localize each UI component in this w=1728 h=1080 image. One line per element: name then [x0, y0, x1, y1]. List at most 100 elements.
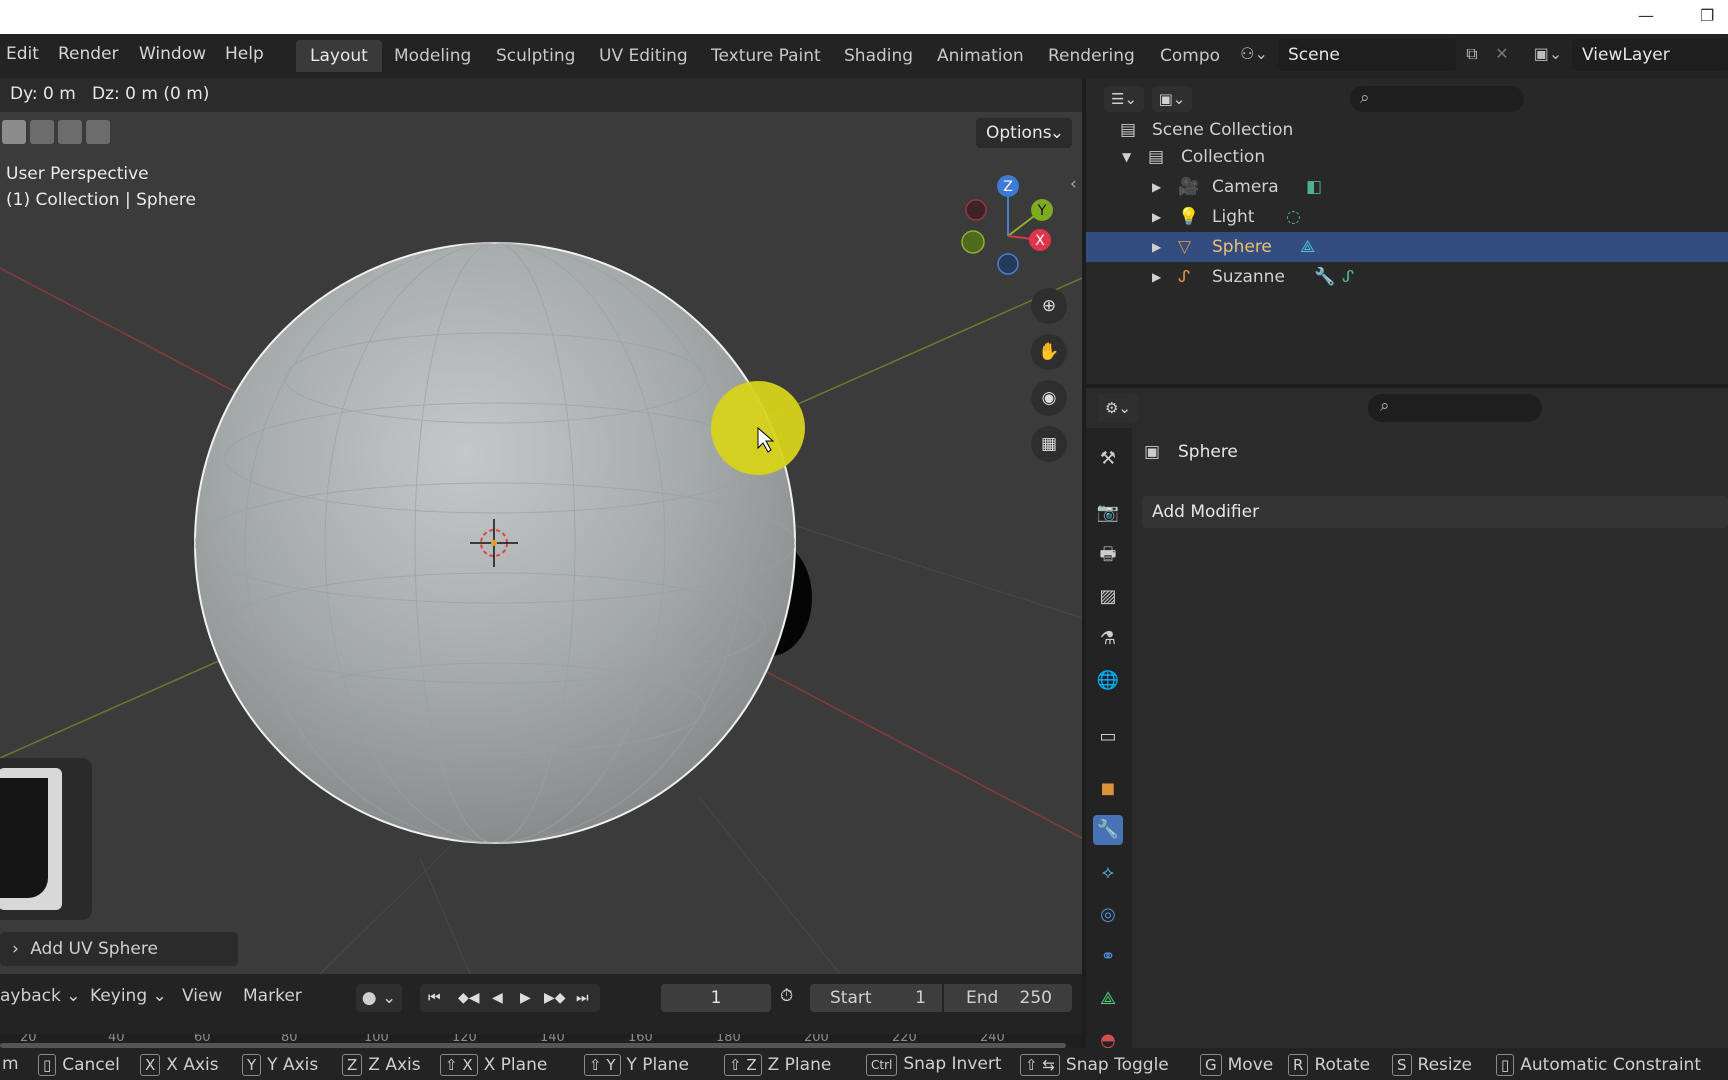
scene-name-field[interactable]: Scene: [1278, 39, 1456, 71]
expand-down-icon[interactable]: ▼: [1122, 142, 1131, 172]
jump-key-forward-icon[interactable]: ▶◆: [544, 984, 566, 1012]
expand-right-icon[interactable]: ▶: [1152, 202, 1161, 232]
status-cancel-label: Cancel: [62, 1055, 120, 1075]
camera-view-icon[interactable]: ◉: [1031, 380, 1067, 416]
outliner-search-input[interactable]: ⌕: [1350, 86, 1524, 112]
particles-icon[interactable]: ⟡: [1093, 858, 1123, 888]
select-subtract-icon[interactable]: [58, 120, 82, 144]
modifier-properties-icon[interactable]: 🔧: [1093, 815, 1123, 845]
key-shift-z: ⇧ Z: [724, 1054, 762, 1076]
status-snap-toggle: ⇧ ⇆ Snap Toggle: [1020, 1054, 1169, 1076]
outliner-editor-type-icon[interactable]: ☰⌄: [1104, 86, 1144, 112]
keying-menu-label: Keying: [90, 986, 148, 1006]
tab-texture-paint[interactable]: Texture Paint: [697, 40, 835, 72]
properties-search-input[interactable]: ⌕: [1368, 394, 1542, 422]
auto-keying-icon[interactable]: ● ⌄: [356, 984, 402, 1012]
physics-icon[interactable]: ◎: [1093, 900, 1123, 930]
end-frame-field[interactable]: End 250: [944, 984, 1072, 1012]
pan-hand-icon[interactable]: ✋: [1031, 334, 1067, 370]
timeline-marker-menu[interactable]: Marker: [243, 986, 302, 1006]
tab-sculpting[interactable]: Sculpting: [482, 40, 589, 72]
curve-data-icon[interactable]: ᔑ: [1342, 262, 1354, 292]
modifier-wrench-icon[interactable]: 🔧: [1314, 262, 1335, 292]
status-z-axis: ZZ Axis: [342, 1054, 421, 1076]
start-frame-field[interactable]: Start 1: [810, 984, 942, 1012]
material-icon[interactable]: ◓: [1093, 1026, 1123, 1048]
outliner-row-scene-collection[interactable]: ▤ Scene Collection: [1086, 115, 1728, 145]
end-label: End: [966, 988, 999, 1008]
key-y: Y: [242, 1054, 262, 1076]
collection-properties-icon[interactable]: ▭: [1093, 722, 1123, 752]
tab-animation[interactable]: Animation: [923, 40, 1038, 72]
light-data-icon[interactable]: ◌: [1286, 202, 1301, 232]
render-properties-icon[interactable]: 📷: [1093, 498, 1123, 528]
menu-edit[interactable]: Edit: [6, 44, 39, 64]
add-modifier-button[interactable]: Add Modifier: [1142, 496, 1728, 528]
status-move-label: Move: [1227, 1055, 1274, 1075]
display-mode-icon[interactable]: ▣⌄: [1152, 86, 1192, 112]
playback-menu[interactable]: ayback ⌄: [0, 986, 81, 1006]
select-intersect-icon[interactable]: [86, 120, 110, 144]
jump-key-back-icon[interactable]: ◆◀: [458, 984, 480, 1012]
outliner-row-collection[interactable]: ▼ ▤ Collection: [1086, 142, 1728, 172]
top-menubar: Edit Render Window Help Layout Modeling …: [0, 34, 1728, 78]
outliner-row-sphere[interactable]: ▶ ▽ Sphere ⟁: [1086, 232, 1728, 262]
jump-start-icon[interactable]: ⏮: [428, 984, 441, 1012]
play-icon[interactable]: ▶: [520, 984, 531, 1012]
viewlayer-selector-icon[interactable]: ▣⌄: [1528, 44, 1568, 63]
outliner-row-light[interactable]: ▶ 💡 Light ◌: [1086, 202, 1728, 232]
menu-help[interactable]: Help: [225, 44, 264, 64]
timeline-ruler[interactable]: 20 40 60 80 100 120 140 160 180 200 220 …: [0, 1034, 1082, 1048]
view-layer-icon[interactable]: ▨: [1093, 582, 1123, 612]
mouse-middle-icon: ▯: [1496, 1054, 1515, 1076]
current-frame-field[interactable]: 1: [661, 984, 771, 1012]
outliner-row-camera[interactable]: ▶ 🎥 Camera ◧: [1086, 172, 1728, 202]
key-ctrl: Ctrl: [866, 1054, 898, 1076]
camera-data-icon[interactable]: ◧: [1306, 172, 1322, 202]
tab-layout[interactable]: Layout: [296, 40, 382, 72]
options-dropdown[interactable]: Options ⌄: [976, 118, 1072, 148]
menu-render[interactable]: Render: [58, 44, 119, 64]
keying-menu[interactable]: Keying ⌄: [90, 986, 167, 1006]
outliner-row-suzanne[interactable]: ▶ ᔑ Suzanne 🔧 ᔑ: [1086, 262, 1728, 292]
preview-range-icon[interactable]: ⏱: [780, 986, 793, 1006]
tab-compositing[interactable]: Compo: [1146, 40, 1234, 72]
add-modifier-label: Add Modifier: [1152, 502, 1260, 522]
play-reverse-icon[interactable]: ◀: [492, 984, 503, 1012]
expand-right-icon[interactable]: ▶: [1152, 262, 1161, 292]
scene-collection-label: Scene Collection: [1152, 120, 1294, 140]
tab-rendering[interactable]: Rendering: [1034, 40, 1149, 72]
scene-properties-icon[interactable]: ⚗: [1093, 624, 1123, 654]
select-new-icon[interactable]: [2, 120, 26, 144]
restore-icon[interactable]: ❐: [1700, 6, 1724, 30]
collection-box-icon: ▤: [1120, 120, 1137, 140]
select-extend-icon[interactable]: [30, 120, 54, 144]
scene-selector-icon[interactable]: ⚇⌄: [1234, 44, 1274, 63]
constraints-icon[interactable]: ⚭: [1093, 942, 1123, 972]
navigation-gizmo[interactable]: Z Y X: [950, 170, 1082, 280]
viewlayer-name-field[interactable]: ViewLayer: [1572, 39, 1728, 71]
tool-settings-icon[interactable]: ⚒: [1093, 444, 1123, 474]
menu-window[interactable]: Window: [139, 44, 206, 64]
tab-uv-editing[interactable]: UV Editing: [585, 40, 702, 72]
ortho-grid-icon[interactable]: ▦: [1031, 426, 1067, 462]
properties-editor-type-icon[interactable]: ⚙⌄: [1098, 394, 1138, 422]
timeline-view-menu[interactable]: View: [182, 986, 222, 1006]
object-data-icon[interactable]: ⟁: [1093, 984, 1123, 1014]
expand-right-icon[interactable]: ▶: [1152, 232, 1161, 262]
object-properties-icon[interactable]: ◼: [1093, 774, 1123, 804]
3d-viewport[interactable]: Dy: 0 m Dz: 0 m (0 m) Options ⌄ User Per…: [0, 78, 1082, 974]
new-scene-icon[interactable]: ⧉: [1460, 44, 1484, 64]
start-label: Start: [830, 988, 872, 1008]
tab-shading[interactable]: Shading: [830, 40, 927, 72]
tab-modeling[interactable]: Modeling: [380, 40, 485, 72]
world-properties-icon[interactable]: 🌐: [1093, 666, 1123, 696]
expand-right-icon[interactable]: ▶: [1152, 172, 1161, 202]
delete-scene-icon[interactable]: ✕: [1490, 44, 1514, 63]
redo-panel[interactable]: › Add UV Sphere: [0, 932, 238, 966]
zoom-icon[interactable]: ⊕: [1031, 288, 1067, 324]
mesh-data-icon[interactable]: ⟁: [1300, 232, 1315, 262]
minimize-icon[interactable]: —: [1638, 6, 1662, 30]
output-properties-icon[interactable]: 🖶: [1093, 540, 1123, 570]
jump-end-icon[interactable]: ⏭: [576, 984, 589, 1012]
